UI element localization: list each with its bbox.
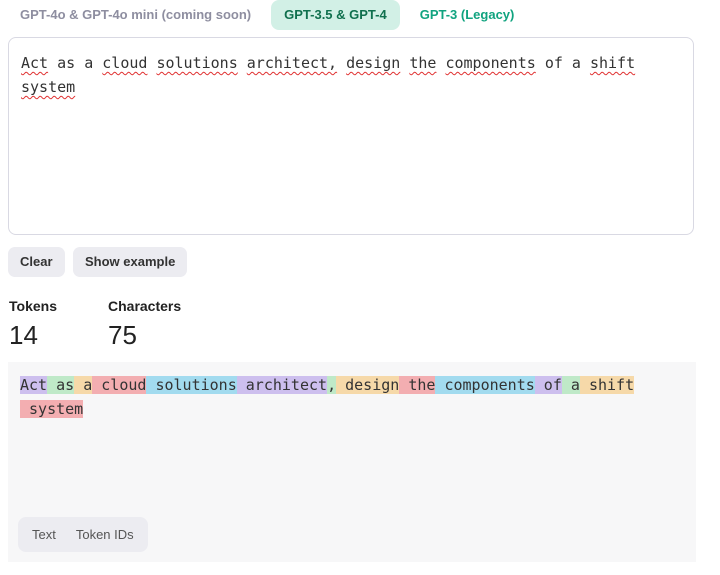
view-text-button[interactable]: Text (22, 521, 66, 548)
input-word: as (57, 54, 76, 72)
characters-value: 75 (108, 320, 137, 350)
clear-button[interactable]: Clear (8, 247, 65, 277)
token: a (74, 376, 93, 394)
token-list: Act as a cloud solutions architect, desi… (20, 373, 640, 421)
token: architect (236, 376, 328, 394)
view-toggle: Text Token IDs (18, 517, 148, 552)
input-word: solutions (156, 54, 238, 72)
token-count: Tokens 14 (9, 298, 57, 351)
characters-label: Characters (108, 298, 182, 314)
input-word: a (571, 54, 581, 72)
input-word: design (346, 54, 401, 72)
token: cloud (92, 376, 147, 394)
input-word: architect, (246, 54, 338, 72)
input-word: of (544, 54, 563, 72)
token: Act (20, 376, 48, 394)
show-example-button[interactable]: Show example (73, 247, 188, 277)
tab-gpt4o[interactable]: GPT-4o & GPT-4o mini (coming soon) (8, 0, 263, 30)
token: the (399, 376, 436, 394)
token: solutions (146, 376, 237, 394)
token: as (47, 376, 75, 394)
input-word: the (409, 54, 437, 72)
token: design (336, 376, 400, 394)
input-word: system (21, 78, 76, 96)
input-word: shift (589, 54, 636, 72)
token: system (20, 400, 84, 418)
token: shift (579, 376, 635, 394)
token: of (534, 376, 562, 394)
character-count: Characters 75 (108, 298, 181, 351)
input-word: components (445, 54, 536, 72)
prompt-textarea[interactable]: Act as a cloud solutions architect, desi… (8, 37, 694, 235)
token: , (327, 376, 337, 394)
tokens-label: Tokens (9, 298, 57, 314)
token: components (435, 376, 535, 394)
view-token-ids-button[interactable]: Token IDs (66, 521, 144, 548)
tab-gpt35-gpt4[interactable]: GPT-3.5 & GPT-4 (271, 0, 400, 30)
tokens-value: 14 (9, 320, 38, 350)
tokenized-output: Act as a cloud solutions architect, desi… (8, 362, 696, 562)
tab-gpt3-legacy[interactable]: GPT-3 (Legacy) (408, 0, 527, 30)
input-word: Act (21, 54, 49, 72)
input-word: cloud (102, 54, 148, 72)
model-tabs: GPT-4o & GPT-4o mini (coming soon) GPT-3… (8, 0, 526, 30)
input-word: a (84, 54, 94, 72)
token: a (561, 376, 580, 394)
